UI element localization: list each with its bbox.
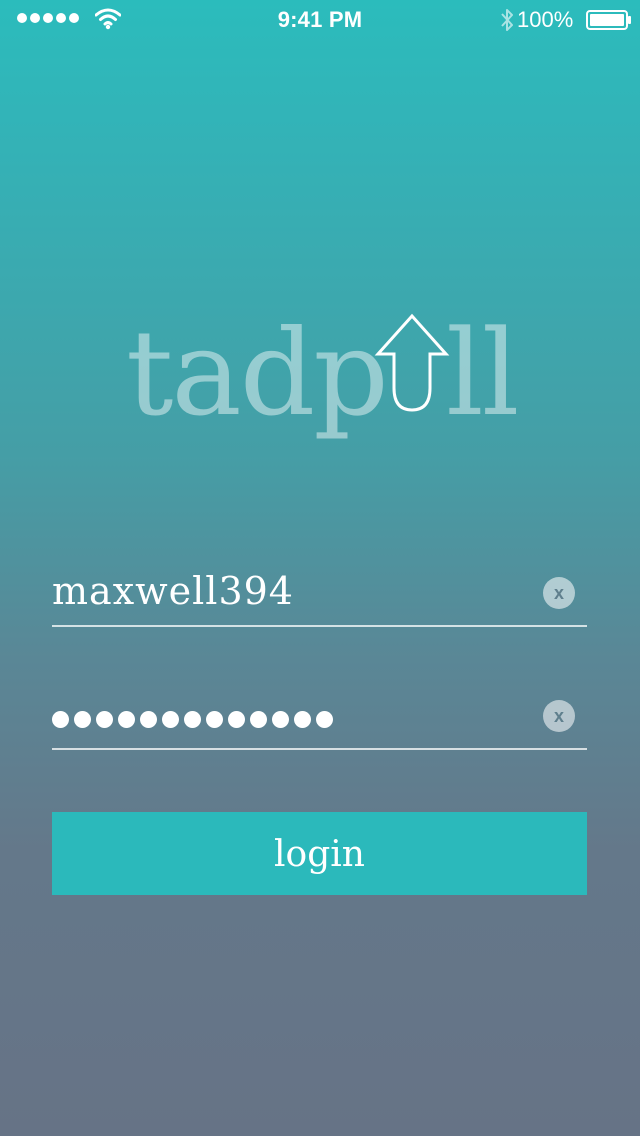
password-dot <box>294 711 311 728</box>
username-value[interactable]: maxwell394 <box>52 569 294 613</box>
password-field[interactable]: x <box>52 686 587 750</box>
password-dot <box>74 711 91 728</box>
logo-text-right: ll <box>446 304 517 442</box>
password-masked-value[interactable] <box>52 711 333 728</box>
password-dot <box>118 711 135 728</box>
password-dot <box>228 711 245 728</box>
password-dot <box>184 711 201 728</box>
login-button[interactable]: login <box>52 812 587 895</box>
password-dot <box>250 711 267 728</box>
status-bar: 9:41 PM 100% <box>0 0 640 40</box>
password-dot <box>140 711 157 728</box>
battery-icon <box>586 10 631 30</box>
app-logo: tadp ll <box>126 304 519 442</box>
clear-username-button[interactable]: x <box>543 577 575 609</box>
clear-password-button[interactable]: x <box>543 700 575 732</box>
username-field[interactable]: maxwell394 x <box>52 563 587 627</box>
password-dot <box>52 711 69 728</box>
logo-text-left: tadp <box>126 304 387 442</box>
password-dot <box>96 711 113 728</box>
password-dot <box>316 711 333 728</box>
up-arrow-u-icon <box>374 313 450 412</box>
password-dot <box>162 711 179 728</box>
password-dot <box>272 711 289 728</box>
password-dot <box>206 711 223 728</box>
bluetooth-icon <box>501 9 513 31</box>
battery-percent: 100% <box>517 7 574 32</box>
